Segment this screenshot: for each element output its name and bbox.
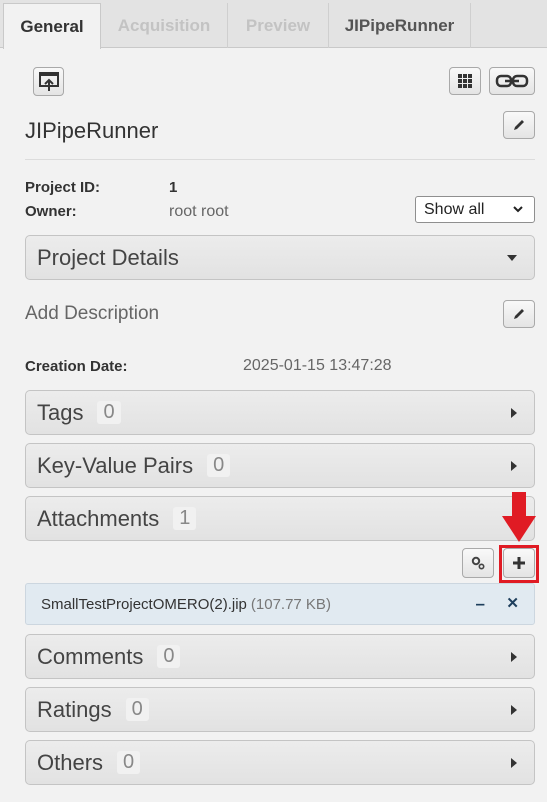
tab-preview[interactable]: Preview <box>228 3 329 48</box>
tab-general[interactable]: General <box>3 3 101 49</box>
project-id-value: 1 <box>169 179 178 196</box>
open-in-window-button[interactable] <box>33 67 64 96</box>
tab-general-label: General <box>20 16 84 36</box>
owner-label: Owner: <box>25 203 77 220</box>
key-value-pairs-count: 0 <box>207 454 231 477</box>
caret-down-icon <box>507 255 517 261</box>
show-filter-value: Show all <box>424 200 485 218</box>
tab-preview-label: Preview <box>245 15 311 35</box>
pencil-icon <box>514 120 524 130</box>
tags-label: Tags <box>37 399 84 425</box>
comments-count: 0 <box>157 645 181 668</box>
caret-right-icon <box>511 652 517 662</box>
annotation-highlight-box <box>499 545 539 583</box>
tab-jipiperunner-label: JIPipeRunner <box>344 15 455 35</box>
attachments-panel[interactable]: Attachments 1 <box>25 496 535 541</box>
caret-right-icon <box>511 461 517 471</box>
creation-date-value: 2025-01-15 13:47:28 <box>243 357 392 374</box>
others-label: Others <box>37 749 104 775</box>
open-in-window-icon <box>38 71 59 91</box>
others-panel[interactable]: Others 0 <box>25 740 535 785</box>
link-icon <box>495 74 529 88</box>
project-details-label: Project Details <box>37 244 179 270</box>
edit-description-button[interactable] <box>503 300 535 328</box>
edit-name-button[interactable] <box>503 111 535 139</box>
grid-icon <box>458 74 472 88</box>
tab-acquisition[interactable]: Acquisition <box>101 3 228 48</box>
attachments-label: Attachments <box>37 505 160 531</box>
tab-jipiperunner[interactable]: JIPipeRunner <box>329 3 471 48</box>
link-button[interactable] <box>489 67 535 95</box>
caret-right-icon <box>511 705 517 715</box>
attachment-file-row[interactable]: SmallTestProjectOMERO(2).jip (107.77 KB)… <box>25 583 535 625</box>
chevron-down-icon <box>513 206 523 213</box>
gears-icon <box>471 556 485 570</box>
grid-view-button[interactable] <box>449 67 481 95</box>
ratings-label: Ratings <box>37 696 112 722</box>
tags-count: 0 <box>97 401 121 424</box>
caret-right-icon <box>511 408 517 418</box>
comments-label: Comments <box>37 643 144 669</box>
key-value-pairs-label: Key-Value Pairs <box>37 452 194 478</box>
caret-right-icon <box>511 758 517 768</box>
creation-date-label: Creation Date: <box>25 358 128 375</box>
minus-icon[interactable]: – <box>476 594 485 614</box>
attachments-count: 1 <box>173 507 197 530</box>
divider <box>25 159 535 160</box>
ratings-panel[interactable]: Ratings 0 <box>25 687 535 732</box>
tags-panel[interactable]: Tags 0 <box>25 390 535 435</box>
tab-acquisition-label: Acquisition <box>117 15 211 35</box>
attachment-file-name[interactable]: SmallTestProjectOMERO(2).jip <box>41 596 247 613</box>
red-arrow-down-icon <box>502 492 536 542</box>
tab-bar: General Acquisition Preview JIPipeRunner <box>0 0 547 49</box>
project-title: JIPipeRunner <box>25 118 159 143</box>
owner-value: root root <box>169 203 229 220</box>
attachment-file-size: (107.77 KB) <box>250 595 331 613</box>
others-count: 0 <box>117 751 141 774</box>
ratings-count: 0 <box>125 698 149 721</box>
project-id-label: Project ID: <box>25 179 101 196</box>
comments-panel[interactable]: Comments 0 <box>25 634 535 679</box>
attachment-settings-button[interactable] <box>462 548 494 578</box>
show-filter-select[interactable]: Show all <box>415 196 535 223</box>
add-description-text[interactable]: Add Description <box>25 303 159 325</box>
pencil-icon <box>514 309 524 319</box>
x-icon[interactable]: ✕ <box>506 594 519 612</box>
key-value-pairs-panel[interactable]: Key-Value Pairs 0 <box>25 443 535 488</box>
project-details-dropdown[interactable]: Project Details <box>25 235 535 280</box>
